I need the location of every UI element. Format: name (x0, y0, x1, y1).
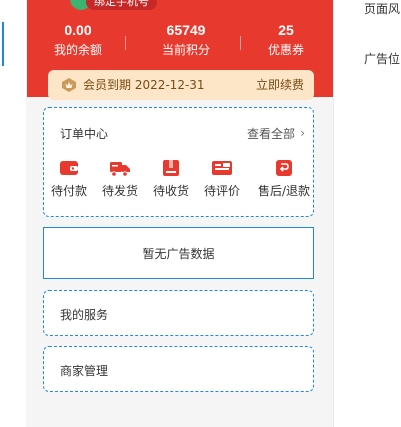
order-after-sales[interactable]: 售后/退款 (254, 158, 314, 198)
balance-label: 我的余额 (53, 43, 102, 57)
merchant-management-card[interactable]: 商家管理 (43, 346, 314, 392)
balance-value: 0.00 (64, 22, 92, 38)
coupons-stat[interactable]: 25 优惠券 (241, 21, 331, 59)
balance-stat[interactable]: 0.00 我的余额 (33, 21, 123, 59)
order-pending-shipment[interactable]: 待发货 (95, 158, 145, 198)
stat-divider (125, 36, 126, 50)
ad-empty-label: 暂无广告数据 (142, 247, 215, 261)
membership-bar: 会员到期 2022-12-31 立即续费 (48, 70, 314, 100)
coupons-value: 25 (278, 22, 294, 38)
order-center-card: 订单中心 查看全部 › 待付款 待发货 待收货 待评价 售后/退款 (43, 107, 314, 217)
truck-icon (110, 162, 130, 177)
order-pending-payment[interactable]: 待付款 (44, 158, 94, 198)
points-stat[interactable]: 65749 当前积分 (141, 21, 231, 59)
order-item-label: 待评价 (203, 184, 240, 198)
order-item-label: 待收货 (152, 184, 189, 198)
side-panel-item-ad-slot[interactable]: 广告位 (364, 50, 400, 67)
box-icon (163, 160, 179, 176)
refund-icon (276, 160, 292, 176)
crown-badge-icon (62, 78, 76, 92)
chevron-right-icon: › (300, 126, 305, 140)
points-value: 65749 (166, 22, 206, 38)
order-pending-receipt[interactable]: 待收货 (146, 158, 196, 198)
membership-expiry: 会员到期 2022-12-31 (83, 78, 205, 92)
review-icon (212, 161, 232, 175)
order-pending-review[interactable]: 待评价 (197, 158, 247, 198)
merchant-management-label: 商家管理 (60, 364, 109, 378)
bind-phone-button[interactable]: 绑定手机号 (86, 0, 157, 10)
order-item-label: 待发货 (101, 184, 138, 198)
order-center-title: 订单中心 (60, 127, 109, 141)
points-label: 当前积分 (161, 43, 210, 57)
renew-button[interactable]: 立即续费 (256, 77, 304, 93)
order-item-label: 售后/退款 (257, 184, 311, 198)
left-nav-strip (0, 0, 6, 427)
my-services-card[interactable]: 我的服务 (43, 290, 314, 336)
ad-placeholder[interactable]: 暂无广告数据 (43, 227, 314, 279)
order-item-label: 待付款 (50, 184, 87, 198)
coupons-label: 优惠券 (267, 43, 304, 57)
active-indicator (2, 22, 4, 66)
side-panel-item-page-style[interactable]: 页面风 (364, 0, 400, 17)
view-all-orders-link[interactable]: 查看全部 (247, 125, 295, 142)
my-services-label: 我的服务 (60, 308, 109, 322)
wallet-icon (60, 161, 78, 175)
